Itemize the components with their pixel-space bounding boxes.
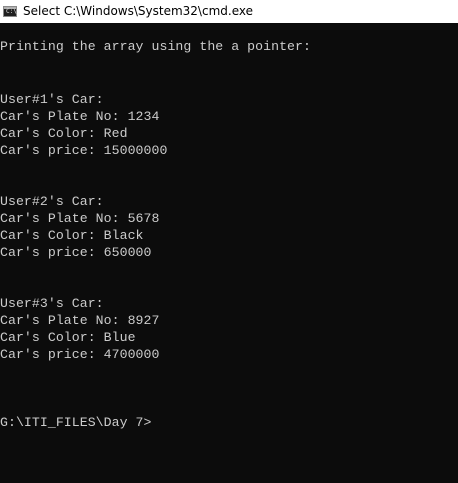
window-title: Select C:\Windows\System32\cmd.exe — [23, 4, 253, 18]
cmd-icon: C:\ — [3, 6, 17, 17]
console-line-user2: User#2's Car: — [0, 194, 104, 209]
title-bar[interactable]: C:\ Select C:\Windows\System32\cmd.exe — [0, 0, 458, 23]
console-output[interactable]: Printing the array using the a pointer: … — [0, 23, 458, 483]
console-line-user3-color: Car's Color: Blue — [0, 330, 136, 345]
console-line-user1-color: Car's Color: Red — [0, 126, 128, 141]
console-line-heading: Printing the array using the a pointer: — [0, 39, 311, 54]
command-prompt[interactable]: G:\ITI_FILES\Day 7> — [0, 414, 152, 431]
console-line-user2-plate: Car's Plate No: 5678 — [0, 211, 160, 226]
console-line-user1: User#1's Car: — [0, 92, 104, 107]
cmd-window: C:\ Select C:\Windows\System32\cmd.exe P… — [0, 0, 458, 483]
console-line-user2-price: Car's price: 650000 — [0, 245, 152, 260]
console-line-user3: User#3's Car: — [0, 296, 104, 311]
console-line-user3-price: Car's price: 4700000 — [0, 347, 160, 362]
console-line-user3-plate: Car's Plate No: 8927 — [0, 313, 160, 328]
console-line-user1-price: Car's price: 15000000 — [0, 143, 168, 158]
console-line-user1-plate: Car's Plate No: 1234 — [0, 109, 160, 124]
console-line-user2-color: Car's Color: Black — [0, 228, 144, 243]
